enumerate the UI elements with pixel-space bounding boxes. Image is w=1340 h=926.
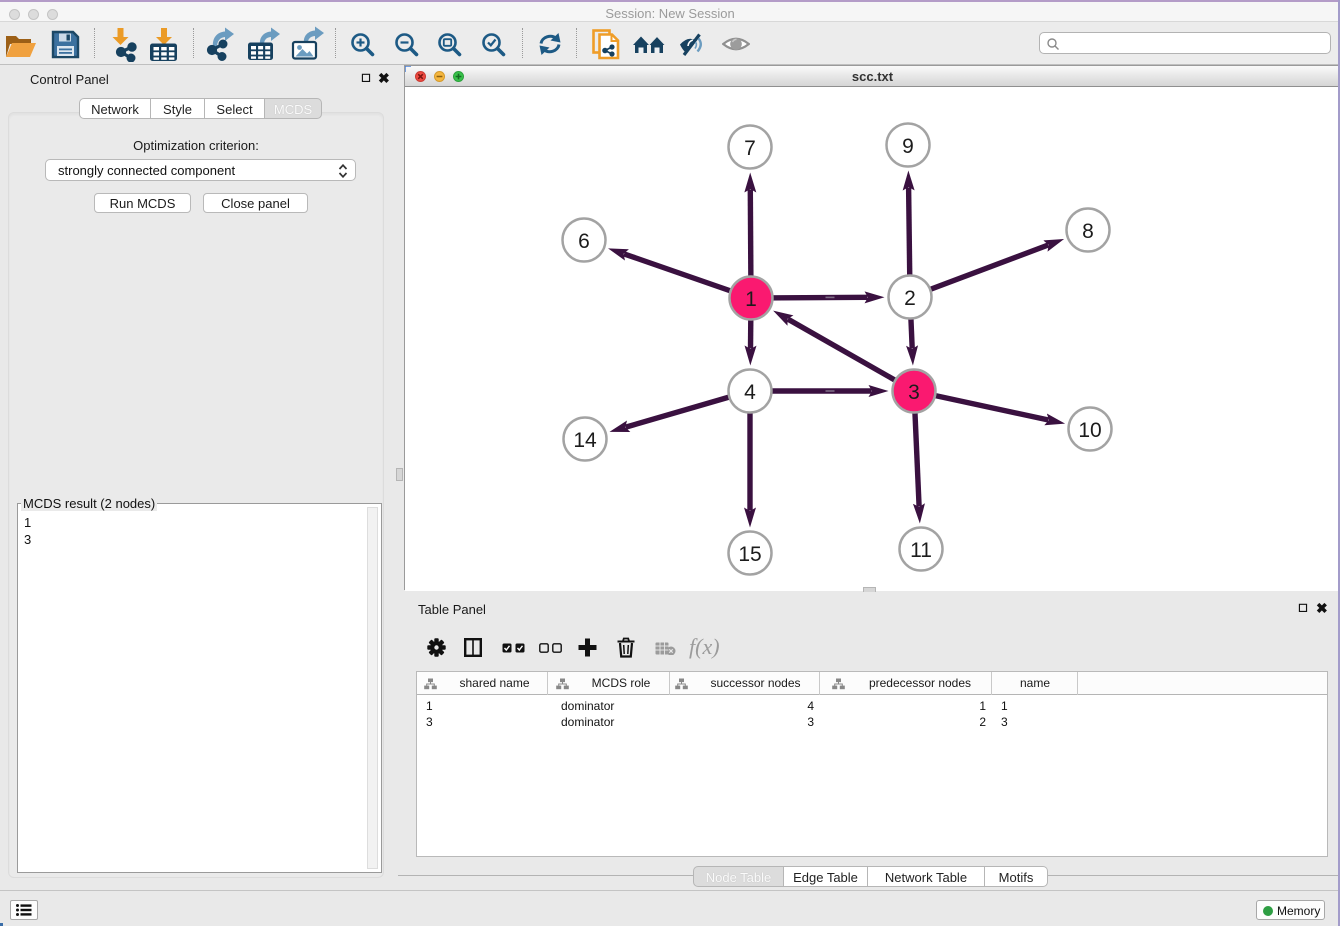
svg-text:15: 15: [738, 543, 761, 566]
svg-text:11: 11: [910, 539, 932, 562]
svg-text:7: 7: [744, 137, 756, 160]
svg-text:3: 3: [908, 381, 920, 404]
svg-text:2: 2: [904, 287, 916, 310]
svg-text:14: 14: [573, 429, 597, 452]
svg-text:4: 4: [744, 381, 756, 404]
svg-text:8: 8: [1082, 220, 1094, 243]
svg-text:10: 10: [1078, 419, 1101, 442]
svg-text:1: 1: [745, 288, 757, 311]
svg-text:6: 6: [578, 230, 590, 253]
svg-text:9: 9: [902, 135, 914, 158]
